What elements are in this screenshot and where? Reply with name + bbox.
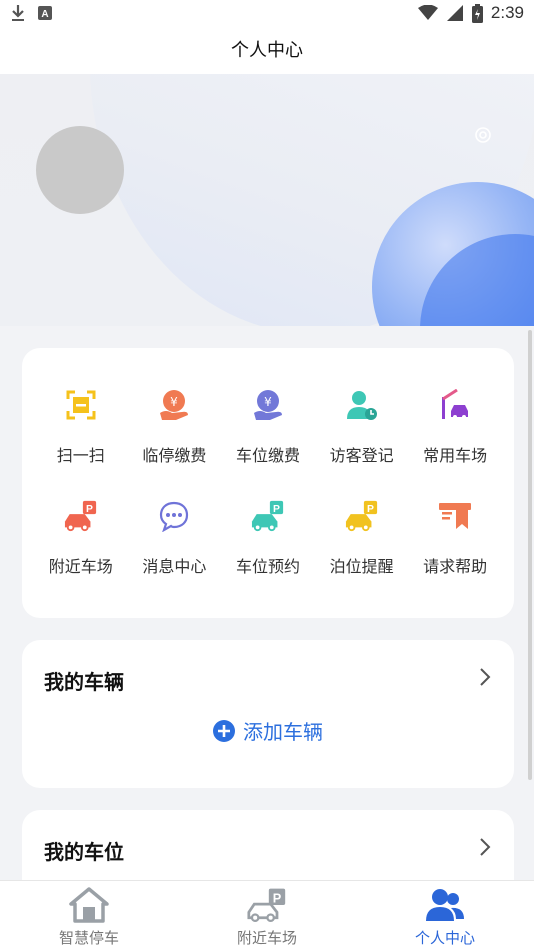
menu-item-nearby-parking[interactable]: P 附近车场 (34, 499, 128, 577)
my-vehicle-card[interactable]: 我的车辆 添加车辆 (22, 640, 514, 788)
nav-label: 个人中心 (414, 929, 475, 947)
menu-item-temp-parking-fee[interactable]: ¥ 临停缴费 (128, 388, 222, 466)
bottom-navigation: 智慧停车 P 附近车场 个人中心 (0, 880, 534, 950)
parking-car-icon: P (345, 500, 377, 532)
nav-item-personal-center[interactable]: 个人中心 (356, 881, 534, 950)
menu-item-space-reservation[interactable]: P 车位预约 (221, 499, 315, 577)
nav-item-smart-parking[interactable]: 智慧停车 (0, 881, 178, 950)
nav-label: 智慧停车 (58, 929, 119, 947)
my-vehicle-title: 我的车辆 (44, 670, 124, 694)
menu-label: 临停缴费 (142, 446, 207, 465)
status-bar: A 2:39 (0, 0, 534, 28)
menu-item-message-center[interactable]: 消息中心 (128, 499, 222, 577)
scrollbar[interactable] (528, 330, 532, 780)
profile-header (0, 74, 534, 326)
svg-text:A: A (41, 9, 48, 20)
parking-car-icon: P (64, 500, 96, 532)
download-icon (12, 5, 24, 21)
menu-item-scan[interactable]: 扫一扫 (34, 388, 128, 466)
help-sign-icon (439, 503, 472, 529)
add-vehicle-button[interactable]: 添加车辆 (22, 716, 514, 745)
menu-label: 扫一扫 (56, 446, 105, 465)
clock: 2:39 (490, 3, 524, 22)
parking-car-icon: P (247, 888, 286, 923)
users-icon (426, 889, 464, 921)
menu-item-visitor-registration[interactable]: 访客登记 (315, 388, 409, 466)
menu-label: 常用车场 (423, 446, 488, 465)
menu-label: 附近车场 (48, 557, 113, 576)
yuan-hand-icon: ¥ (160, 390, 189, 420)
svg-text:P: P (367, 504, 374, 515)
svg-text:P: P (273, 890, 282, 905)
menu-item-request-help[interactable]: 请求帮助 (408, 499, 502, 577)
wifi-icon (417, 5, 438, 20)
menu-item-frequent-parking[interactable]: 常用车场 (408, 388, 502, 466)
signal-icon (446, 5, 463, 21)
a-badge-icon: A (38, 6, 52, 20)
quick-menu-grid: 扫一扫 ¥ 临停缴费 ¥ 车位缴费 访客登记 常用车场 P 附近车场 消息中心 … (34, 388, 502, 577)
chevron-right-icon[interactable] (478, 836, 492, 858)
menu-item-berth-reminder[interactable]: P 泊位提醒 (315, 499, 409, 577)
svg-text:P: P (86, 504, 93, 515)
svg-text:¥: ¥ (264, 395, 272, 409)
menu-label: 车位预约 (235, 557, 300, 576)
gear-icon[interactable] (474, 126, 492, 144)
chevron-right-icon[interactable] (478, 666, 492, 688)
add-vehicle-label: 添加车辆 (243, 720, 323, 744)
menu-label: 请求帮助 (423, 557, 488, 576)
quick-menu-card: 扫一扫 ¥ 临停缴费 ¥ 车位缴费 访客登记 常用车场 P 附近车场 消息中心 … (22, 348, 514, 618)
my-space-title: 我的车位 (44, 840, 124, 864)
avatar[interactable] (36, 126, 124, 214)
chat-bubble-icon (160, 501, 189, 532)
page-title: 个人中心 (0, 28, 534, 74)
menu-label: 泊位提醒 (329, 557, 394, 576)
menu-label: 访客登记 (329, 446, 394, 465)
scan-icon (66, 390, 96, 420)
yuan-hand-icon: ¥ (253, 390, 282, 420)
barrier-car-icon (442, 389, 469, 419)
svg-text:P: P (273, 504, 280, 515)
nav-label: 附近车场 (236, 929, 297, 947)
menu-label: 消息中心 (142, 557, 207, 576)
home-icon (69, 887, 109, 923)
menu-label: 车位缴费 (235, 446, 300, 465)
parking-car-icon: P (251, 500, 284, 532)
menu-item-space-fee[interactable]: ¥ 车位缴费 (221, 388, 315, 466)
visitor-icon (346, 391, 377, 420)
plus-circle-icon (213, 719, 235, 742)
svg-text:¥: ¥ (171, 395, 179, 409)
battery-icon (471, 3, 483, 23)
nav-item-nearby-parking[interactable]: P 附近车场 (178, 881, 356, 950)
